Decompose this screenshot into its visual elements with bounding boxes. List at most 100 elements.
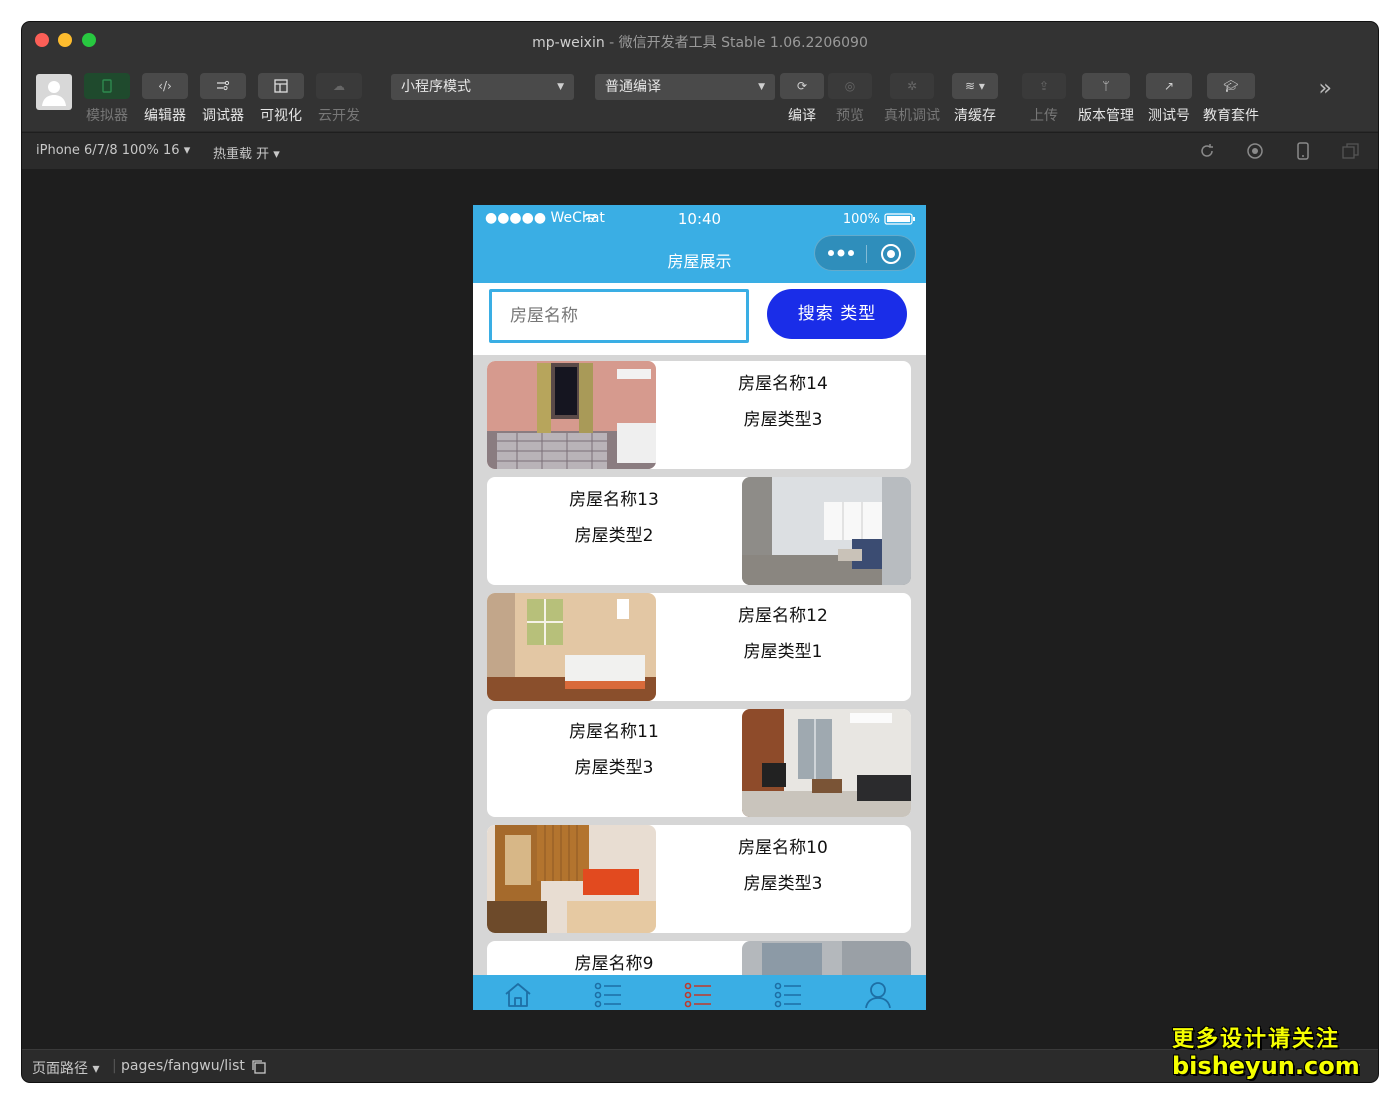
record-icon[interactable] bbox=[1246, 142, 1264, 160]
chevron-down-icon: ▼ bbox=[557, 82, 564, 92]
list-icon bbox=[684, 982, 711, 1008]
house-card[interactable]: 房屋名称10 房屋类型3 bbox=[487, 825, 911, 933]
preview-button[interactable]: ◎ 预览 bbox=[828, 73, 872, 125]
upload-icon: ⇪ bbox=[1022, 73, 1066, 99]
house-type: 房屋类型2 bbox=[574, 526, 654, 546]
house-card[interactable]: 房屋名称9 bbox=[487, 941, 911, 975]
compile-select-value: 普通编译 bbox=[605, 79, 661, 95]
house-photo bbox=[487, 593, 656, 701]
cloud-icon: ☁ bbox=[316, 73, 362, 99]
simulator-label: 模拟器 bbox=[86, 108, 128, 124]
preview-label: 预览 bbox=[836, 108, 864, 124]
title-bar: mp-weixin - 微信开发者工具 Stable 1.06.2206090 bbox=[22, 22, 1378, 60]
mobile-icon[interactable] bbox=[1294, 142, 1312, 160]
compile-select[interactable]: 普通编译 ▼ bbox=[595, 74, 775, 100]
upload-button[interactable]: ⇪ 上传 bbox=[1022, 73, 1066, 125]
clear-cache-label: 清缓存 bbox=[954, 108, 996, 124]
tab-mine[interactable]: 我的 bbox=[833, 975, 923, 1010]
house-name: 房屋名称12 bbox=[738, 606, 828, 626]
tab-home[interactable]: 首页 bbox=[473, 975, 563, 1010]
remote-debug-label: 真机调试 bbox=[884, 108, 940, 124]
house-photo bbox=[742, 709, 911, 817]
mode-select-value: 小程序模式 bbox=[401, 79, 471, 95]
version-control-label: 版本管理 bbox=[1078, 108, 1134, 124]
mini-program-capsule bbox=[814, 235, 916, 271]
house-type: 房屋类型3 bbox=[743, 410, 823, 430]
debugger-button[interactable]: 调试器 bbox=[200, 73, 246, 125]
compile-label: 编译 bbox=[788, 108, 816, 124]
phone-icon bbox=[84, 73, 130, 99]
nav-header: ●●●●● WeChat 10:40 100% 房屋展示 bbox=[473, 205, 926, 283]
debug-icon bbox=[200, 73, 246, 99]
debugger-label: 调试器 bbox=[202, 108, 244, 124]
search-type-button[interactable]: 搜索 类型 bbox=[767, 289, 907, 339]
house-card[interactable]: 房屋名称11 房屋类型3 bbox=[487, 709, 911, 817]
window-title-rest: 微信开发者工具 Stable 1.06.2206090 bbox=[618, 35, 868, 51]
code-icon: ‹/› bbox=[142, 73, 188, 99]
house-card[interactable]: 房屋名称14 房屋类型3 bbox=[487, 361, 911, 469]
house-list: 房屋名称14 房屋类型3 房屋名称13 房屋类型2 房屋名称12 房屋类型1 房… bbox=[473, 355, 926, 975]
list-icon bbox=[774, 982, 801, 1008]
page-path-dropdown[interactable]: 页面路径 ▾ bbox=[32, 1058, 99, 1078]
house-type: 房屋类型3 bbox=[574, 758, 654, 778]
education-kit-button[interactable]: 🎓︎ 教育套件 bbox=[1203, 73, 1259, 125]
house-name: 房屋名称14 bbox=[738, 374, 828, 394]
house-photo bbox=[742, 477, 911, 585]
copy-icon[interactable] bbox=[252, 1060, 266, 1074]
toolbar-more-button[interactable]: » bbox=[1319, 76, 1332, 101]
house-photo bbox=[487, 825, 656, 933]
house-name: 房屋名称10 bbox=[738, 838, 828, 858]
house-name: 房屋名称9 bbox=[574, 954, 654, 974]
cloud-dev-label: 云开发 bbox=[318, 108, 360, 124]
device-select[interactable]: iPhone 6/7/8 100% 16 ▾ bbox=[36, 143, 190, 158]
status-divider: | bbox=[112, 1058, 117, 1074]
home-icon bbox=[505, 983, 531, 1007]
simulator-subbar: iPhone 6/7/8 100% 16 ▾ 热重载 开 ▾ bbox=[22, 133, 1378, 169]
house-name-search-input[interactable]: 房屋名称 bbox=[489, 289, 749, 343]
simulator-button[interactable]: 模拟器 bbox=[84, 73, 130, 125]
house-type: 房屋类型1 bbox=[743, 642, 823, 662]
status-battery-percent: 100% bbox=[842, 212, 880, 227]
cloud-dev-button[interactable]: ☁ 云开发 bbox=[316, 73, 362, 125]
rotate-icon[interactable] bbox=[1198, 142, 1216, 160]
list-icon bbox=[594, 982, 621, 1008]
compile-button[interactable]: ⟳ 编译 bbox=[780, 73, 824, 125]
detach-window-icon[interactable] bbox=[1342, 142, 1360, 160]
version-control-button[interactable]: ᛘ 版本管理 bbox=[1078, 73, 1134, 125]
watermark-line-2: bisheyun.com bbox=[1172, 1052, 1360, 1080]
user-avatar[interactable] bbox=[36, 74, 72, 110]
more-dots-icon[interactable] bbox=[827, 248, 855, 258]
test-account-button[interactable]: ↗ 测试号 bbox=[1146, 73, 1192, 125]
tab-bar: 首页 车位 房屋 公告 我的 bbox=[473, 975, 926, 1010]
clear-cache-button[interactable]: ≋ ▾ 清缓存 bbox=[952, 73, 998, 125]
house-type: 房屋类型3 bbox=[743, 874, 823, 894]
battery-icon bbox=[884, 213, 915, 225]
tab-notice[interactable]: 公告 bbox=[743, 975, 833, 1010]
graduation-cap-icon: 🎓︎ bbox=[1207, 73, 1255, 99]
visualization-button[interactable]: 可视化 bbox=[258, 73, 304, 125]
bug-icon: ✲ bbox=[890, 73, 934, 99]
house-card[interactable]: 房屋名称12 房屋类型1 bbox=[487, 593, 911, 701]
tab-parking[interactable]: 车位 bbox=[563, 975, 653, 1010]
search-row: 房屋名称 搜索 类型 bbox=[473, 283, 926, 355]
house-name: 房屋名称13 bbox=[569, 490, 659, 510]
devtools-window: mp-weixin - 微信开发者工具 Stable 1.06.2206090 … bbox=[22, 22, 1378, 1082]
house-photo bbox=[742, 941, 911, 975]
tab-house[interactable]: 房屋 bbox=[653, 975, 743, 1010]
house-card[interactable]: 房屋名称13 房屋类型2 bbox=[487, 477, 911, 585]
remote-debug-button[interactable]: ✲ 真机调试 bbox=[884, 73, 940, 125]
mode-select[interactable]: 小程序模式 ▼ bbox=[391, 74, 574, 100]
test-account-label: 测试号 bbox=[1148, 108, 1190, 124]
hot-reload-toggle[interactable]: 热重载 开 ▾ bbox=[213, 143, 280, 162]
user-avatar-icon bbox=[42, 81, 66, 106]
editor-button[interactable]: ‹/› 编辑器 bbox=[142, 73, 188, 125]
chevron-down-icon: ▼ bbox=[758, 82, 765, 92]
phone-simulator: ●●●●● WeChat 10:40 100% 房屋展示 房屋名称 搜索 类型 … bbox=[473, 205, 926, 1010]
eye-icon: ◎ bbox=[828, 73, 872, 99]
close-target-icon[interactable] bbox=[880, 243, 902, 265]
upload-label: 上传 bbox=[1030, 108, 1058, 124]
watermark-line-1: 更多设计请关注 bbox=[1172, 1027, 1341, 1052]
layout-icon bbox=[258, 73, 304, 99]
user-icon bbox=[865, 982, 891, 1009]
branch-icon: ᛘ bbox=[1082, 73, 1130, 99]
